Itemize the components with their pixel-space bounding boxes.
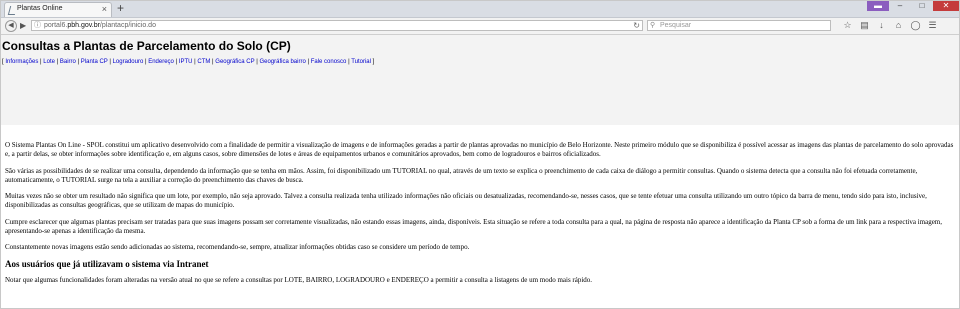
top-menu: [ Informações | Lote | Bairro | Planta C… xyxy=(2,59,374,65)
tab-title: Plantas Online xyxy=(17,5,63,12)
menu-separator: | xyxy=(256,59,258,65)
menu-link-6[interactable]: IPTU xyxy=(179,59,193,65)
url-text[interactable]: portal6.pbh.gov.br/plantacp/inicio.do xyxy=(44,22,156,30)
star-icon[interactable]: ☆ xyxy=(839,20,856,31)
intranet-paragraph: Notar que algumas funcionalidades foram … xyxy=(5,275,593,284)
menu-separator: | xyxy=(175,59,178,65)
window-controls: ▬ – □ ✕ xyxy=(867,1,959,11)
menu-link-5[interactable]: Endereço xyxy=(148,59,174,65)
menu-separator: | xyxy=(307,59,310,65)
main-text: O Sistema Plantas On Line - SPOL constit… xyxy=(5,141,957,292)
menu-link-10[interactable]: Fale conosco xyxy=(311,59,347,65)
intranet-heading: Aos usuários que já utilizavam o sistema… xyxy=(5,258,209,269)
menu-separator: | xyxy=(77,59,80,65)
menu-separator: | xyxy=(109,59,111,65)
page-header: Consultas a Plantas de Parcelamento do S… xyxy=(1,35,959,125)
menu-link-4[interactable]: Logradouro xyxy=(113,59,144,65)
menu-link-1[interactable]: Lote xyxy=(43,59,55,65)
back-button[interactable]: ◀ xyxy=(5,20,17,32)
menu-link-8[interactable]: Geográfica CP xyxy=(215,59,254,65)
menu-link-7[interactable]: CTM xyxy=(197,59,210,65)
reload-icon[interactable]: ↻ xyxy=(633,21,640,31)
home-icon[interactable]: ⌂ xyxy=(890,20,907,31)
chat-icon[interactable]: ◯ xyxy=(907,20,924,31)
close-window-button[interactable]: ✕ xyxy=(933,1,959,11)
maximize-button[interactable]: □ xyxy=(911,1,933,11)
paragraph-tutorial: São várias as possibilidades de se reali… xyxy=(5,166,918,184)
tab-plantas-online[interactable]: Plantas Online × xyxy=(4,2,112,17)
address-bar[interactable]: ⓘ portal6.pbh.gov.br/plantacp/inicio.do … xyxy=(31,20,643,31)
menu-separator: | xyxy=(56,59,59,65)
forward-button[interactable]: ▶ xyxy=(20,21,26,31)
new-tab-button[interactable]: + xyxy=(117,1,124,16)
menu-separator: | xyxy=(348,59,350,65)
reading-list-icon[interactable]: ▤ xyxy=(856,20,873,31)
paragraph-no-result: Muitas vezes não se obter um resultado n… xyxy=(5,192,927,210)
menu-link-9[interactable]: Geográfica bairro xyxy=(259,59,305,65)
menu-link-0[interactable]: Informações xyxy=(5,59,38,65)
download-icon[interactable]: ↓ xyxy=(873,20,890,31)
menu-separator: | xyxy=(144,59,147,65)
menu-bracket-open: [ xyxy=(2,59,4,65)
paragraph-intro: O Sistema Plantas On Line - SPOL constit… xyxy=(5,141,954,159)
private-mode-icon: ▬ xyxy=(867,1,889,11)
paragraph-updates: Constantemente novas imagens estão sendo… xyxy=(5,243,470,252)
menu-link-2[interactable]: Bairro xyxy=(60,59,76,65)
menu-separator: | xyxy=(194,59,196,65)
menu-separator: | xyxy=(212,59,214,65)
paragraph-images: Cumpre esclarecer que algumas plantas pr… xyxy=(5,217,942,236)
search-icon: ⚲ xyxy=(650,22,656,29)
page-content: Consultas a Plantas de Parcelamento do S… xyxy=(1,35,959,308)
navigation-bar: ◀ ▶ ⓘ portal6.pbh.gov.br/plantacp/inicio… xyxy=(1,18,959,35)
tab-close-icon[interactable]: × xyxy=(102,4,107,14)
toolbar-icons: ☆ ▤ ↓ ⌂ ◯ ☰ xyxy=(839,20,941,31)
menu-icon[interactable]: ☰ xyxy=(924,20,941,31)
search-placeholder: Pesquisar xyxy=(660,22,692,29)
tab-bar: Plantas Online × + ▬ – □ ✕ xyxy=(1,1,959,18)
menu-link-11[interactable]: Tutorial xyxy=(351,59,371,65)
browser-window: Plantas Online × + ▬ – □ ✕ ◀ ▶ ⓘ portal6… xyxy=(0,0,960,309)
menu-link-3[interactable]: Planta CP xyxy=(81,59,108,65)
site-info-icon[interactable]: ⓘ xyxy=(34,21,41,31)
page-title: Consultas a Plantas de Parcelamento do S… xyxy=(2,39,291,53)
minimize-button[interactable]: – xyxy=(889,1,911,11)
menu-bracket-close: ] xyxy=(372,59,375,65)
page-favicon-icon xyxy=(7,6,18,15)
menu-separator: | xyxy=(40,59,42,65)
search-box[interactable]: ⚲ Pesquisar xyxy=(647,20,831,31)
